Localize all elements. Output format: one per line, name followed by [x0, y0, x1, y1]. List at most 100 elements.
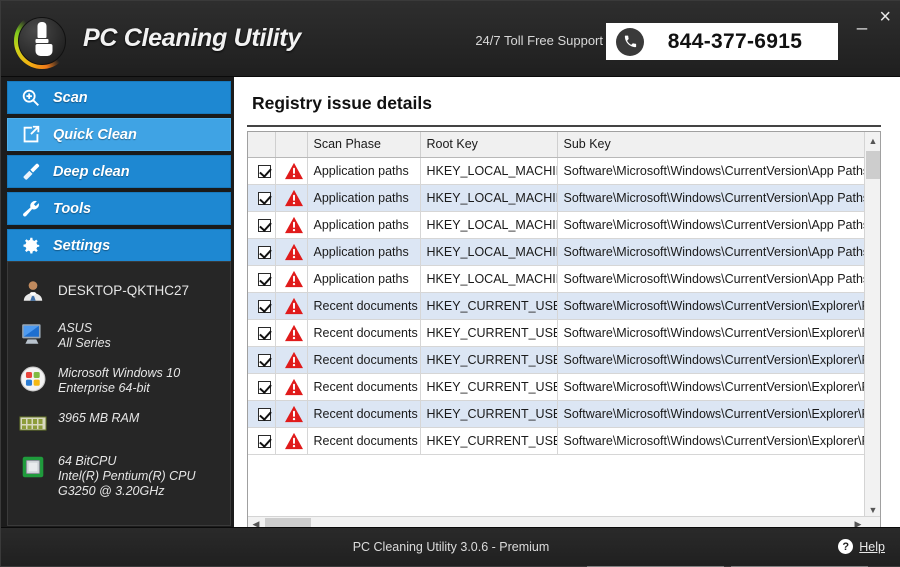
- export-arrow-icon: [20, 124, 42, 146]
- table-row[interactable]: Recent documents HKEY_CURRENT_USER Softwar…: [248, 319, 866, 347]
- row-checkbox[interactable]: [257, 272, 271, 286]
- row-checkbox[interactable]: [257, 434, 271, 448]
- ram-icon: [18, 409, 48, 439]
- row-checkbox[interactable]: [257, 326, 271, 340]
- row-checkbox[interactable]: [257, 407, 271, 421]
- system-info-text: DESKTOP-QKTHC27: [58, 283, 190, 298]
- system-info-line2: Enterprise 64-bit: [58, 381, 150, 395]
- cell-root-key: HKEY_LOCAL_MACHINE: [420, 238, 558, 266]
- system-info-line1: Microsoft Windows 10: [58, 366, 181, 380]
- monitor-icon: [18, 319, 48, 349]
- logo-brush-glyph: [35, 22, 53, 56]
- application-window: PC Cleaning Utility 24/7 Toll Free Suppo…: [0, 0, 900, 567]
- row-checkbox-cell[interactable]: [248, 292, 276, 320]
- vertical-scrollbar[interactable]: ▲ ▼: [864, 132, 880, 518]
- warning-icon: [284, 351, 304, 368]
- table-row[interactable]: Application pathsHKEY_LOCAL_MACHINESoftw…: [248, 184, 866, 212]
- table-row[interactable]: Recent documents HKEY_CURRENT_USER Softwar…: [248, 373, 866, 401]
- content-panel: Registry issue details Scan Phase Root K…: [234, 77, 900, 567]
- sidebar-item-settings[interactable]: Settings: [7, 229, 231, 262]
- row-severity-cell: [275, 400, 308, 428]
- table-row[interactable]: Recent documents HKEY_CURRENT_USER Softwar…: [248, 346, 866, 374]
- column-header-root-key[interactable]: Root Key: [420, 132, 558, 158]
- system-info-line2: All Series: [58, 336, 111, 350]
- cell-scan-phase: Application paths: [307, 184, 421, 212]
- help-link[interactable]: Help: [859, 540, 885, 554]
- grid-scroll-viewport: Scan Phase Root Key Sub Key Application …: [248, 132, 866, 518]
- sidebar-item-label: Quick Clean: [53, 126, 137, 143]
- row-severity-cell: [275, 373, 308, 401]
- help-link-wrap[interactable]: ? Help: [838, 539, 885, 554]
- column-header-severity[interactable]: [275, 132, 308, 158]
- warning-icon: [284, 189, 304, 206]
- support-label: 24/7 Toll Free Support: [475, 33, 603, 48]
- support-phone-box[interactable]: 844-377-6915: [606, 23, 838, 60]
- row-checkbox[interactable]: [257, 245, 271, 259]
- row-checkbox-cell[interactable]: [248, 265, 276, 293]
- row-checkbox[interactable]: [257, 353, 271, 367]
- row-checkbox-cell[interactable]: [248, 238, 276, 266]
- row-checkbox-cell[interactable]: [248, 157, 276, 185]
- cell-root-key: HKEY_CURRENT_USER: [420, 373, 558, 401]
- row-checkbox[interactable]: [257, 380, 271, 394]
- warning-icon: [284, 432, 304, 449]
- row-checkbox-cell[interactable]: [248, 211, 276, 239]
- row-checkbox[interactable]: [257, 191, 271, 205]
- cell-sub-key: Software\Microsoft\Windows\CurrentVersio…: [557, 211, 866, 239]
- cell-scan-phase: Recent documents: [307, 346, 421, 374]
- sidebar-item-scan[interactable]: Scan: [7, 81, 231, 114]
- cell-scan-phase: Recent documents: [307, 319, 421, 347]
- cell-root-key: HKEY_CURRENT_USER: [420, 400, 558, 428]
- column-header-checkbox[interactable]: [248, 132, 276, 158]
- row-checkbox-cell[interactable]: [248, 184, 276, 212]
- table-row[interactable]: Application pathsHKEY_LOCAL_MACHINESoftw…: [248, 238, 866, 266]
- warning-icon: [284, 243, 304, 260]
- row-checkbox-cell[interactable]: [248, 400, 276, 428]
- system-info-line1: 64 BitCPU: [58, 454, 117, 468]
- table-row[interactable]: Recent documents HKEY_CURRENT_USER Softwar…: [248, 400, 866, 428]
- close-window-button[interactable]: ×: [879, 7, 891, 27]
- row-checkbox-cell[interactable]: [248, 346, 276, 374]
- column-header-scan-phase[interactable]: Scan Phase: [307, 132, 421, 158]
- warning-icon: [284, 216, 304, 233]
- question-mark-icon: ?: [838, 539, 854, 554]
- brush-icon: [20, 161, 42, 183]
- row-checkbox-cell[interactable]: [248, 373, 276, 401]
- cell-sub-key: Software\Microsoft\Windows\CurrentVersio…: [557, 157, 866, 185]
- table-row[interactable]: Application pathsHKEY_LOCAL_MACHINESoftw…: [248, 211, 866, 239]
- cell-root-key: HKEY_LOCAL_MACHINE: [420, 184, 558, 212]
- vertical-scroll-thumb[interactable]: [866, 151, 880, 179]
- scroll-up-icon[interactable]: ▲: [865, 132, 880, 149]
- system-info-line2: Intel(R) Pentium(R) CPU: [58, 469, 196, 483]
- sidebar-item-deep-clean[interactable]: Deep clean: [7, 155, 231, 188]
- table-row[interactable]: Application pathsHKEY_LOCAL_MACHINESoftw…: [248, 265, 866, 293]
- row-severity-cell: [275, 265, 308, 293]
- row-severity-cell: [275, 184, 308, 212]
- table-row[interactable]: Recent documents HKEY_CURRENT_USER Softwar…: [248, 427, 866, 455]
- system-info-row-computer: DESKTOP-QKTHC27: [18, 276, 220, 306]
- table-row[interactable]: Recent documents HKEY_CURRENT_USER Softwar…: [248, 292, 866, 320]
- row-checkbox[interactable]: [257, 164, 271, 178]
- magnifier-plus-icon: [20, 87, 42, 109]
- cell-sub-key: Software\Microsoft\Windows\CurrentVersio…: [557, 292, 866, 320]
- title-divider: [247, 125, 881, 127]
- cell-scan-phase: Application paths: [307, 157, 421, 185]
- system-info-row-cpu: 64 BitCPU Intel(R) Pentium(R) CPU G3250 …: [18, 452, 220, 499]
- gear-icon: [20, 235, 42, 257]
- table-row[interactable]: Application pathsHKEY_LOCAL_MACHINESoftw…: [248, 157, 866, 185]
- column-header-sub-key[interactable]: Sub Key: [557, 132, 866, 158]
- sidebar-item-tools[interactable]: Tools: [7, 192, 231, 225]
- cell-scan-phase: Recent documents: [307, 373, 421, 401]
- user-icon: [18, 276, 48, 306]
- registry-issues-table: Scan Phase Root Key Sub Key Application …: [248, 132, 866, 455]
- row-checkbox-cell[interactable]: [248, 319, 276, 347]
- row-checkbox[interactable]: [257, 218, 271, 232]
- cpu-icon: [18, 452, 48, 482]
- minimize-button[interactable]: _: [857, 11, 867, 29]
- windows-icon: [18, 364, 48, 394]
- row-checkbox-cell[interactable]: [248, 427, 276, 455]
- sidebar-item-quick-clean[interactable]: Quick Clean: [7, 118, 231, 151]
- row-checkbox[interactable]: [257, 299, 271, 313]
- cell-scan-phase: Recent documents: [307, 292, 421, 320]
- system-info-row-manufacturer: ASUS All Series: [18, 319, 220, 351]
